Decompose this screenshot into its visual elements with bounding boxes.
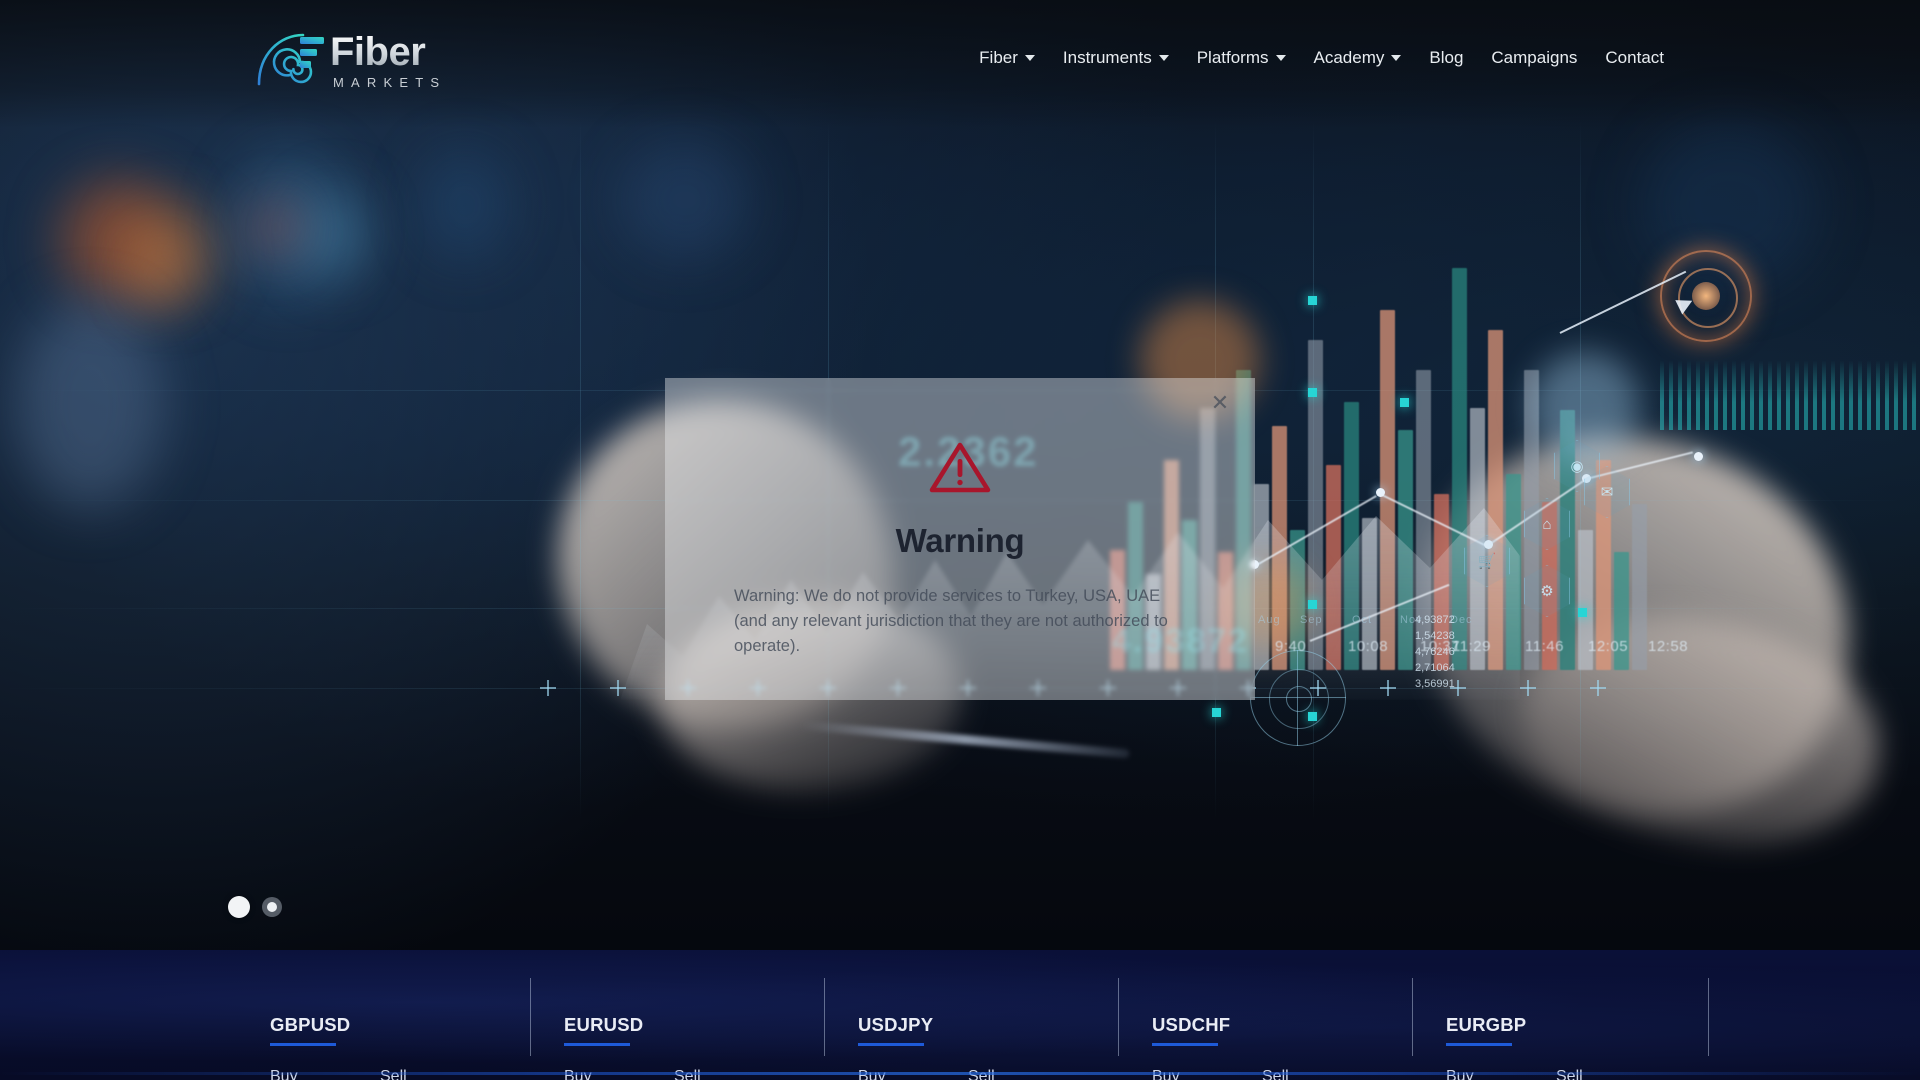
nav-item-contact[interactable]: Contact: [1605, 48, 1664, 68]
modal-body-text: Warning: We do not provide services to T…: [734, 587, 1168, 655]
month-label: Oct: [1352, 614, 1373, 626]
brand-logo[interactable]: Fiber MARKETS: [256, 28, 446, 90]
brand-name: Fiber: [330, 32, 446, 72]
nav-item-label: Fiber: [979, 48, 1018, 67]
site-header: Fiber MARKETS Fiber Instruments Platforms A…: [0, 0, 1920, 128]
nav-item-label: Academy: [1313, 48, 1385, 67]
ticker-cell: EURGBPBuySell: [1412, 950, 1706, 1080]
cyan-marker: [1400, 398, 1409, 407]
ticker-cell: EURUSDBuySell: [530, 950, 824, 1080]
warning-triangle-icon: [929, 442, 991, 493]
market-ticker-bar: GBPUSDBuySellEURUSDBuySellUSDJPYBuySellU…: [0, 950, 1920, 1080]
radar-reticle: [1250, 650, 1346, 746]
ticker-cell: USDCHFBuySell: [1118, 950, 1412, 1080]
cyan-marker: [1308, 600, 1317, 609]
nav-item-label: Platforms: [1196, 48, 1269, 67]
nav-item-platforms[interactable]: Platforms: [1197, 48, 1286, 68]
carousel-dot-2[interactable]: [262, 897, 282, 917]
ticker-bottom-accent: [0, 1072, 1920, 1075]
ticker-divider: [530, 978, 531, 1056]
time-tick: 11:46: [1525, 638, 1564, 655]
target-reticle: [1660, 250, 1752, 342]
ticker-pair[interactable]: USDCHF: [1118, 1014, 1412, 1046]
ticker-pair-underline: [270, 1043, 336, 1046]
nav-item-campaigns[interactable]: Campaigns: [1491, 48, 1577, 68]
nav-item-instruments[interactable]: Instruments: [1063, 48, 1169, 68]
ticker-pair[interactable]: GBPUSD: [236, 1014, 530, 1046]
chart-node: [1376, 488, 1385, 497]
ticker-pair-underline: [1446, 1043, 1512, 1046]
modal-title: Warning: [895, 522, 1025, 559]
candlestick-bar: [1632, 504, 1647, 670]
brand-tagline: MARKETS: [333, 74, 447, 90]
ticker-pair[interactable]: EURGBP: [1412, 1014, 1706, 1046]
time-tick: 9:40: [1275, 638, 1307, 655]
ticker-divider: [1412, 978, 1413, 1056]
ticker-cell: USDJPYBuySell: [824, 950, 1118, 1080]
nav-item-fiber[interactable]: Fiber: [979, 48, 1035, 68]
chart-node: [1694, 452, 1703, 461]
chevron-down-icon: [1024, 55, 1035, 61]
month-label: Sep: [1300, 614, 1323, 626]
time-tick: 12:05: [1588, 638, 1629, 655]
ticker-pair-symbol: USDJPY: [858, 1014, 934, 1035]
ticker-end-divider: [1708, 978, 1709, 1056]
radar-crosshair-h: [1250, 697, 1346, 698]
chevron-down-icon: [1391, 55, 1402, 61]
ticker-pair-underline: [564, 1043, 630, 1046]
ticker-pair-symbol: USDCHF: [1152, 1014, 1231, 1035]
nav-item-label: Contact: [1605, 48, 1664, 67]
time-tick: 11:29: [1452, 638, 1491, 655]
warning-modal: ✕ Warning Warning: We do not provide ser…: [665, 378, 1255, 700]
time-tick: 10:08: [1348, 638, 1389, 655]
ticker-divider: [824, 978, 825, 1056]
ticker-pair-underline: [858, 1043, 924, 1046]
carousel-dots: [228, 896, 282, 918]
month-label: Aug: [1258, 614, 1281, 626]
ticker-pair[interactable]: EURUSD: [530, 1014, 824, 1046]
ticker-pair-symbol: EURGBP: [1446, 1014, 1527, 1035]
nav-item-label: Campaigns: [1491, 48, 1578, 67]
ticker-pair[interactable]: USDJPY: [824, 1014, 1118, 1046]
ticker-pair-symbol: GBPUSD: [270, 1014, 351, 1035]
ticker-pair-symbol: EURUSD: [564, 1014, 644, 1035]
nav-item-label: Blog: [1429, 48, 1464, 67]
radar-crosshair-v: [1297, 650, 1298, 746]
spiral-nautilus-icon: [257, 33, 324, 86]
chevron-down-icon: [1275, 55, 1286, 61]
cyan-marker: [1212, 708, 1221, 717]
main-navigation: Fiber Instruments Platforms Academy Blog Camp…: [979, 48, 1664, 68]
cyan-marker: [1308, 296, 1317, 305]
time-tick: 12:58: [1648, 638, 1689, 655]
cyan-marker: [1578, 608, 1587, 617]
teal-histogram: [1660, 360, 1920, 430]
nav-item-label: Instruments: [1062, 48, 1152, 67]
ticker-divider: [1118, 978, 1119, 1056]
nav-item-academy[interactable]: Academy: [1314, 48, 1402, 68]
close-icon[interactable]: ✕: [1207, 390, 1233, 416]
nav-item-blog[interactable]: Blog: [1429, 48, 1463, 68]
cyan-marker: [1308, 388, 1317, 397]
ticker-pair-underline: [1152, 1043, 1218, 1046]
carousel-dot-1[interactable]: [228, 896, 250, 918]
chevron-down-icon: [1158, 55, 1169, 61]
ticker-cell: GBPUSDBuySell: [236, 950, 530, 1080]
ticker-list: GBPUSDBuySellEURUSDBuySellUSDJPYBuySellU…: [236, 950, 1708, 1080]
